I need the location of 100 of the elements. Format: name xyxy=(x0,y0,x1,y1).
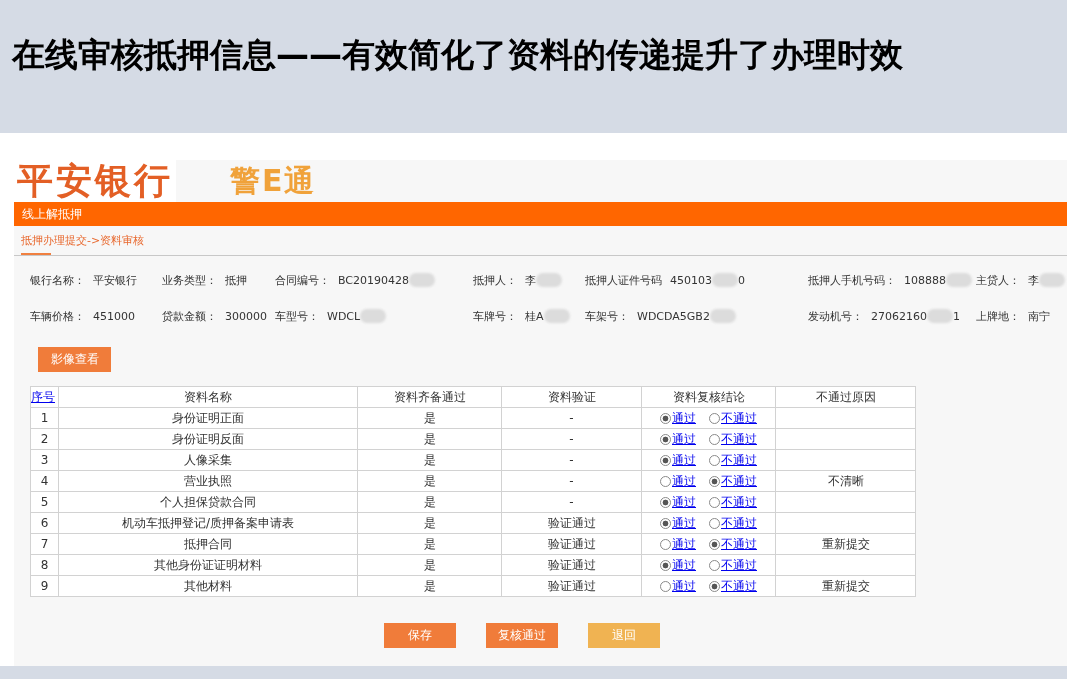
radio-label-link[interactable]: 不通过 xyxy=(721,451,757,469)
radio-button[interactable] xyxy=(660,496,671,508)
radio-button[interactable] xyxy=(709,496,720,508)
table-cell: 是 xyxy=(357,428,502,450)
field-label: 贷款金额： xyxy=(162,308,217,324)
field-value: 南宁 xyxy=(1028,308,1050,324)
field-value: BC20190428 xyxy=(338,273,410,287)
table-cell: 是 xyxy=(357,554,502,576)
table-cell: - xyxy=(501,470,642,492)
radio-label-link[interactable]: 不通过 xyxy=(721,409,757,427)
field-label: 车型号： xyxy=(275,308,319,324)
table-cell: - xyxy=(501,428,642,450)
radio-label-link[interactable]: 通过 xyxy=(672,451,696,469)
radio-button[interactable] xyxy=(660,412,671,424)
radio-button[interactable] xyxy=(709,580,720,592)
table-cell: 身份证明反面 xyxy=(58,428,358,450)
table-cell: 重新提交 xyxy=(775,533,916,555)
table-cell: 其他材料 xyxy=(58,575,358,597)
table-cell: 机动车抵押登记/质押备案申请表 xyxy=(58,512,358,534)
column-header: 资料齐备通过 xyxy=(357,386,502,408)
column-header: 不通过原因 xyxy=(775,386,916,408)
radio-label-link[interactable]: 通过 xyxy=(672,514,696,532)
radio-button[interactable] xyxy=(660,433,671,445)
field-value: 1 xyxy=(953,309,960,323)
field-value: 0 xyxy=(738,273,745,287)
product-logo: 警E通 xyxy=(230,166,317,196)
radio-button[interactable] xyxy=(660,580,671,592)
table-cell: 2 xyxy=(30,428,59,450)
radio-label-link[interactable]: 通过 xyxy=(672,430,696,448)
radio-button[interactable] xyxy=(660,517,671,529)
radio-label-link[interactable]: 不通过 xyxy=(721,556,757,574)
field-value: WDCL xyxy=(327,309,361,323)
radio-label-link[interactable]: 通过 xyxy=(672,535,696,553)
field-label: 车辆价格： xyxy=(30,308,85,324)
radio-button[interactable] xyxy=(660,454,671,466)
radio-label-link[interactable]: 通过 xyxy=(672,472,696,490)
column-header: 资料名称 xyxy=(58,386,358,408)
field-label: 业务类型： xyxy=(162,272,217,288)
table-cell: 重新提交 xyxy=(775,575,916,597)
table-cell: 是 xyxy=(357,470,502,492)
table-cell: - xyxy=(501,491,642,513)
column-header: 资料验证 xyxy=(501,386,642,408)
table-cell: 是 xyxy=(357,407,502,429)
radio-label-link[interactable]: 通过 xyxy=(672,556,696,574)
radio-button[interactable] xyxy=(709,538,720,550)
table-cell: 是 xyxy=(357,575,502,597)
field-value: WDCDA5GB2 xyxy=(637,309,710,323)
bank-logo: 平安银行 xyxy=(17,163,173,199)
radio-button[interactable] xyxy=(709,559,720,571)
field-value: 平安银行 xyxy=(93,272,137,288)
slide-title: 在线审核抵押信息——有效简化了资料的传递提升了办理时效 xyxy=(12,35,903,75)
radio-button[interactable] xyxy=(709,517,720,529)
table-cell: - xyxy=(501,449,642,471)
table-cell: 5 xyxy=(30,491,59,513)
table-cell: 其他身份证证明材料 xyxy=(58,554,358,576)
table-cell: 6 xyxy=(30,512,59,534)
radio-label-link[interactable]: 不通过 xyxy=(721,577,757,595)
table-cell: 1 xyxy=(30,407,59,429)
table-cell: 验证通过 xyxy=(501,533,642,555)
radio-button[interactable] xyxy=(709,475,720,487)
field-value: 李 xyxy=(525,272,536,288)
table-cell: 3 xyxy=(30,449,59,471)
table-cell: 个人担保贷款合同 xyxy=(58,491,358,513)
table-cell: 验证通过 xyxy=(501,575,642,597)
field-label: 抵押人证件号码 xyxy=(585,272,662,288)
radio-label-link[interactable]: 通过 xyxy=(672,577,696,595)
radio-button[interactable] xyxy=(660,559,671,571)
field-label: 合同编号： xyxy=(275,272,330,288)
radio-label-link[interactable]: 通过 xyxy=(672,493,696,511)
table-cell: 人像采集 xyxy=(58,449,358,471)
field-label: 上牌地： xyxy=(976,308,1020,324)
radio-label-link[interactable]: 不通过 xyxy=(721,514,757,532)
field-label: 银行名称： xyxy=(30,272,85,288)
table-cell: 4 xyxy=(30,470,59,492)
table-cell: 不清晰 xyxy=(775,470,916,492)
radio-label-link[interactable]: 不通过 xyxy=(721,535,757,553)
field-value: 抵押 xyxy=(225,272,247,288)
radio-button[interactable] xyxy=(660,475,671,487)
radio-label-link[interactable]: 不通过 xyxy=(721,493,757,511)
radio-label-link[interactable]: 不通过 xyxy=(721,472,757,490)
field-value: 300000 xyxy=(225,309,267,323)
radio-button[interactable] xyxy=(709,412,720,424)
field-label: 主贷人： xyxy=(976,272,1020,288)
field-label: 车牌号： xyxy=(473,308,517,324)
radio-label-link[interactable]: 不通过 xyxy=(721,430,757,448)
table-cell: 验证通过 xyxy=(501,512,642,534)
table-cell: 7 xyxy=(30,533,59,555)
column-header: 资料复核结论 xyxy=(641,386,776,408)
table-cell: 营业执照 xyxy=(58,470,358,492)
field-value: 27062160 xyxy=(871,309,927,323)
table-cell: 是 xyxy=(357,491,502,513)
table-cell: 是 xyxy=(357,533,502,555)
field-value: 450103 xyxy=(670,273,712,287)
radio-button[interactable] xyxy=(709,454,720,466)
radio-label-link[interactable]: 通过 xyxy=(672,409,696,427)
table-cell: 验证通过 xyxy=(501,554,642,576)
field-label: 抵押人： xyxy=(473,272,517,288)
field-value: 李 xyxy=(1028,272,1039,288)
radio-button[interactable] xyxy=(660,538,671,550)
radio-button[interactable] xyxy=(709,433,720,445)
